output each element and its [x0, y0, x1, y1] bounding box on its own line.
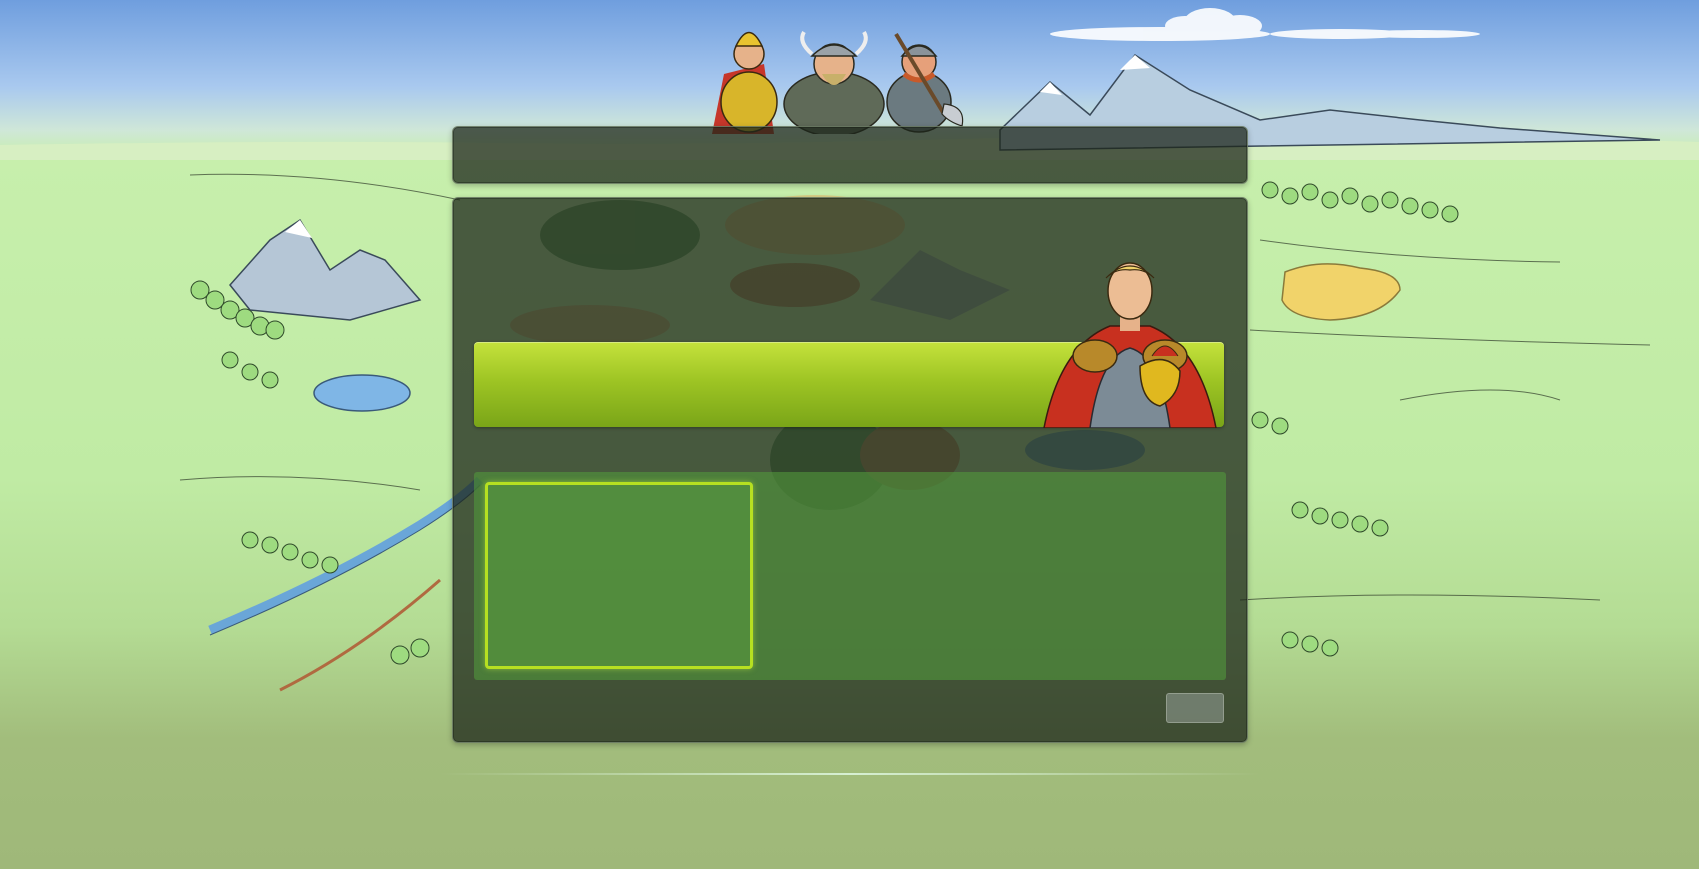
- cloud: [1050, 8, 1480, 41]
- river: [208, 476, 484, 635]
- world-selection-card[interactable]: [485, 482, 753, 669]
- golden-warrior-icon: [712, 31, 778, 134]
- horizon-highlight: [440, 773, 1260, 775]
- game-screen: [0, 0, 1699, 869]
- axe-viking-icon: [886, 32, 964, 133]
- lake-left: [313, 374, 411, 412]
- heroes-group-illustration: [712, 30, 964, 134]
- action-button[interactable]: [1166, 693, 1224, 723]
- horned-viking-icon: [783, 30, 885, 134]
- mountains-left: [229, 218, 422, 321]
- title-panel: [452, 126, 1248, 184]
- hero-portrait-illustration: [1043, 262, 1217, 428]
- roman-hero-icon: [1043, 262, 1217, 428]
- field-right: [1281, 263, 1401, 321]
